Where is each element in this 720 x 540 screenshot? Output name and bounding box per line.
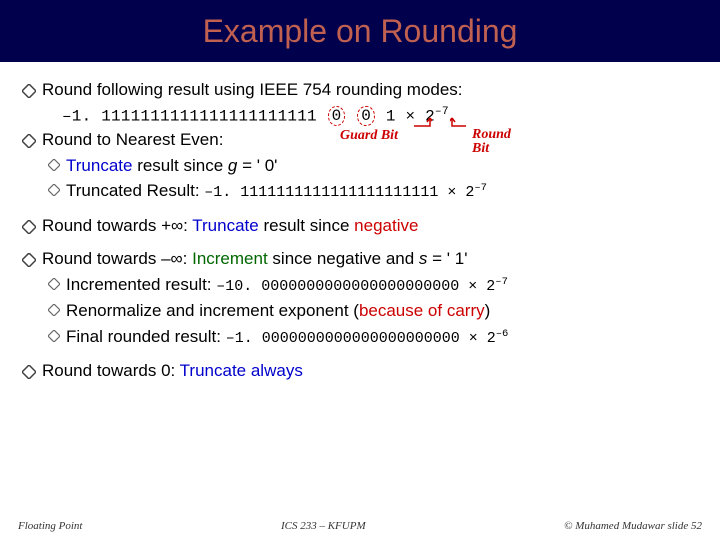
diamond-bullet-icon [22, 220, 36, 234]
guard-bit-circle: 0 [328, 106, 346, 126]
bullet-4-text: Round towards –∞: Increment since negati… [42, 249, 467, 269]
diamond-sub-icon [48, 304, 60, 316]
diamond-bullet-icon [22, 84, 36, 98]
g-var: g [228, 156, 237, 175]
footer-right: © Muhamed Mudawar slide 52 [564, 520, 702, 532]
round-arrow-icon [450, 116, 468, 132]
truncated-result: –1. 1111111111111111111111 × 2 [204, 184, 474, 201]
increment-word: Increment [192, 249, 268, 268]
bullet-3: Round towards +∞: Truncate result since … [22, 216, 698, 236]
bit-annotations: Guard Bit RoundBit [62, 128, 698, 148]
sub-2-2: Truncated Result: –1. 111111111111111111… [48, 181, 698, 201]
truncate-always: Truncate always [180, 361, 303, 380]
diamond-bullet-icon [22, 253, 36, 267]
sub-4-2-text: Renormalize and increment exponent (beca… [66, 301, 490, 321]
slide-title: Example on Rounding [203, 13, 518, 50]
final-result: –1. 0000000000000000000000 × 2 [226, 330, 496, 347]
sub-4-2: Renormalize and increment exponent (beca… [48, 301, 698, 321]
footer-center: ICS 233 – KFUPM [281, 520, 366, 532]
bullet-1-text: Round following result using IEEE 754 ro… [42, 80, 463, 100]
bullet-5: Round towards 0: Truncate always [22, 361, 698, 381]
incremented-result: –10. 0000000000000000000000 × 2 [216, 278, 495, 295]
diamond-sub-icon [48, 159, 60, 171]
title-bar: Example on Rounding [0, 0, 720, 62]
round-bit-circle: 0 [357, 106, 375, 126]
bullet-4: Round towards –∞: Increment since negati… [22, 249, 698, 269]
sub-2-1: Truncate result since g = ' 0' [48, 156, 698, 176]
slide-body: Round following result using IEEE 754 ro… [0, 62, 720, 380]
negative-word: negative [354, 216, 418, 235]
diamond-sub-icon [48, 184, 60, 196]
slide-footer: Floating Point ICS 233 – KFUPM © Muhamed… [0, 520, 720, 532]
carry-note: because of carry [359, 301, 485, 320]
bullet-5-text: Round towards 0: Truncate always [42, 361, 303, 381]
truncate-word: Truncate [192, 216, 258, 235]
truncate-word: Truncate [66, 156, 132, 175]
guard-bit-label: Guard Bit [340, 128, 398, 144]
binary-number-line: –1. 1111111111111111111111 0 0 1 × 2–7 [62, 106, 698, 127]
round-bit-label: RoundBit [472, 128, 511, 156]
guard-arrow-icon [410, 116, 432, 132]
bullet-1: Round following result using IEEE 754 ro… [22, 80, 698, 100]
sub-4-3-text: Final rounded result: –1. 00000000000000… [66, 327, 508, 347]
exponent: –7 [435, 106, 449, 118]
sub-2-2-text: Truncated Result: –1. 111111111111111111… [66, 181, 487, 201]
sub-2-1-text: Truncate result since g = ' 0' [66, 156, 277, 176]
diamond-bullet-icon [22, 134, 36, 148]
diamond-bullet-icon [22, 365, 36, 379]
binary-prefix: –1. 1111111111111111111111 [62, 107, 327, 125]
diamond-sub-icon [48, 278, 60, 290]
footer-left: Floating Point [18, 520, 82, 532]
diamond-sub-icon [48, 330, 60, 342]
sub-4-3: Final rounded result: –1. 00000000000000… [48, 327, 698, 347]
bullet-3-text: Round towards +∞: Truncate result since … [42, 216, 418, 236]
sub-4-1-text: Incremented result: –10. 000000000000000… [66, 275, 508, 295]
sub-4-1: Incremented result: –10. 000000000000000… [48, 275, 698, 295]
